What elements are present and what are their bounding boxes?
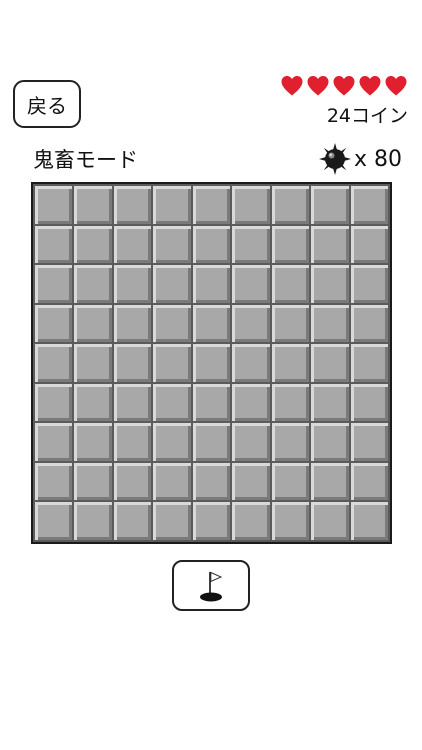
- board-cell[interactable]: [232, 344, 270, 382]
- board-cell[interactable]: [271, 304, 310, 343]
- board-cell[interactable]: [271, 502, 310, 540]
- board-cell[interactable]: [153, 502, 191, 540]
- board-cell[interactable]: [192, 304, 231, 343]
- board-cell[interactable]: [35, 383, 73, 422]
- board-cell[interactable]: [350, 344, 388, 382]
- board-cell[interactable]: [153, 265, 191, 303]
- board-cell[interactable]: [232, 423, 270, 461]
- board-cell[interactable]: [113, 502, 152, 540]
- board-cell[interactable]: [311, 265, 349, 303]
- board-cell[interactable]: [35, 344, 73, 382]
- board-cell[interactable]: [35, 186, 73, 224]
- board-cell[interactable]: [192, 383, 231, 422]
- board-cell[interactable]: [350, 304, 388, 343]
- board-cell[interactable]: [153, 383, 191, 422]
- board-cell[interactable]: [192, 186, 231, 224]
- board-cell[interactable]: [271, 186, 310, 224]
- board-cell[interactable]: [153, 462, 191, 501]
- coin-count: 24コイン: [326, 105, 408, 127]
- board-cell[interactable]: [74, 304, 112, 343]
- board-cell[interactable]: [311, 502, 349, 540]
- mine-icon: [318, 143, 351, 175]
- board-cell[interactable]: [192, 265, 231, 303]
- mode-title: 鬼畜モード: [33, 148, 138, 172]
- board-cell[interactable]: [350, 383, 388, 422]
- board-cell[interactable]: [35, 265, 73, 303]
- board-cell[interactable]: [311, 423, 349, 461]
- board-cell[interactable]: [350, 462, 388, 501]
- board-cell[interactable]: [192, 344, 231, 382]
- board-cell[interactable]: [271, 225, 310, 264]
- heart-icon: [281, 76, 303, 96]
- board-cell[interactable]: [35, 304, 73, 343]
- board-cell[interactable]: [113, 265, 152, 303]
- board-cell[interactable]: [271, 265, 310, 303]
- board-cell[interactable]: [311, 462, 349, 501]
- board-cell[interactable]: [153, 344, 191, 382]
- board-cell[interactable]: [113, 304, 152, 343]
- board-cell[interactable]: [232, 383, 270, 422]
- board-cell[interactable]: [311, 225, 349, 264]
- board-cell[interactable]: [113, 383, 152, 422]
- board-cell[interactable]: [271, 423, 310, 461]
- board-cell[interactable]: [35, 462, 73, 501]
- board-cell[interactable]: [350, 423, 388, 461]
- board-cell[interactable]: [232, 225, 270, 264]
- board-cell[interactable]: [113, 225, 152, 264]
- board-cell[interactable]: [350, 265, 388, 303]
- board-cell[interactable]: [74, 225, 112, 264]
- board-cell[interactable]: [153, 225, 191, 264]
- board-cell[interactable]: [192, 225, 231, 264]
- back-button[interactable]: 戻る: [13, 80, 81, 128]
- heart-icon: [359, 76, 381, 96]
- board-cell[interactable]: [153, 186, 191, 224]
- back-button-label: 戻る: [27, 93, 67, 118]
- board-cell[interactable]: [271, 462, 310, 501]
- flag-hole-icon: [200, 571, 223, 601]
- board-cell[interactable]: [74, 462, 112, 501]
- board-cell[interactable]: [311, 304, 349, 343]
- board-cell[interactable]: [113, 423, 152, 461]
- heart-icon: [307, 76, 329, 96]
- board-cell[interactable]: [153, 423, 191, 461]
- board-cell[interactable]: [271, 383, 310, 422]
- board-cell[interactable]: [74, 502, 112, 540]
- board-cell[interactable]: [35, 225, 73, 264]
- game-board: [31, 182, 392, 544]
- board-cell[interactable]: [232, 186, 270, 224]
- board-cell[interactable]: [192, 423, 231, 461]
- board-cell[interactable]: [311, 344, 349, 382]
- board-cell[interactable]: [232, 304, 270, 343]
- board-cell[interactable]: [153, 304, 191, 343]
- board-cell[interactable]: [113, 462, 152, 501]
- board-cell[interactable]: [350, 186, 388, 224]
- board-cell[interactable]: [74, 423, 112, 461]
- board-cell[interactable]: [74, 186, 112, 224]
- heart-icon: [385, 76, 407, 96]
- heart-icon: [333, 76, 355, 96]
- board-cell[interactable]: [113, 344, 152, 382]
- board-cell[interactable]: [232, 462, 270, 501]
- board-cell[interactable]: [350, 502, 388, 540]
- board-cell[interactable]: [74, 265, 112, 303]
- board-cell[interactable]: [311, 383, 349, 422]
- mine-counter: x 80: [318, 142, 402, 176]
- board-cell[interactable]: [74, 383, 112, 422]
- board-cell[interactable]: [113, 186, 152, 224]
- board-cell[interactable]: [192, 502, 231, 540]
- lives-hearts: [280, 74, 408, 98]
- board-cell[interactable]: [350, 225, 388, 264]
- board-cell[interactable]: [35, 423, 73, 461]
- board-cell[interactable]: [271, 344, 310, 382]
- board-cell[interactable]: [74, 344, 112, 382]
- board-cell[interactable]: [311, 186, 349, 224]
- mine-count: x 80: [353, 146, 402, 172]
- board-cell[interactable]: [192, 462, 231, 501]
- flag-button[interactable]: [172, 560, 250, 611]
- board-cell[interactable]: [35, 502, 73, 540]
- board-cell[interactable]: [232, 265, 270, 303]
- board-cell[interactable]: [232, 502, 270, 540]
